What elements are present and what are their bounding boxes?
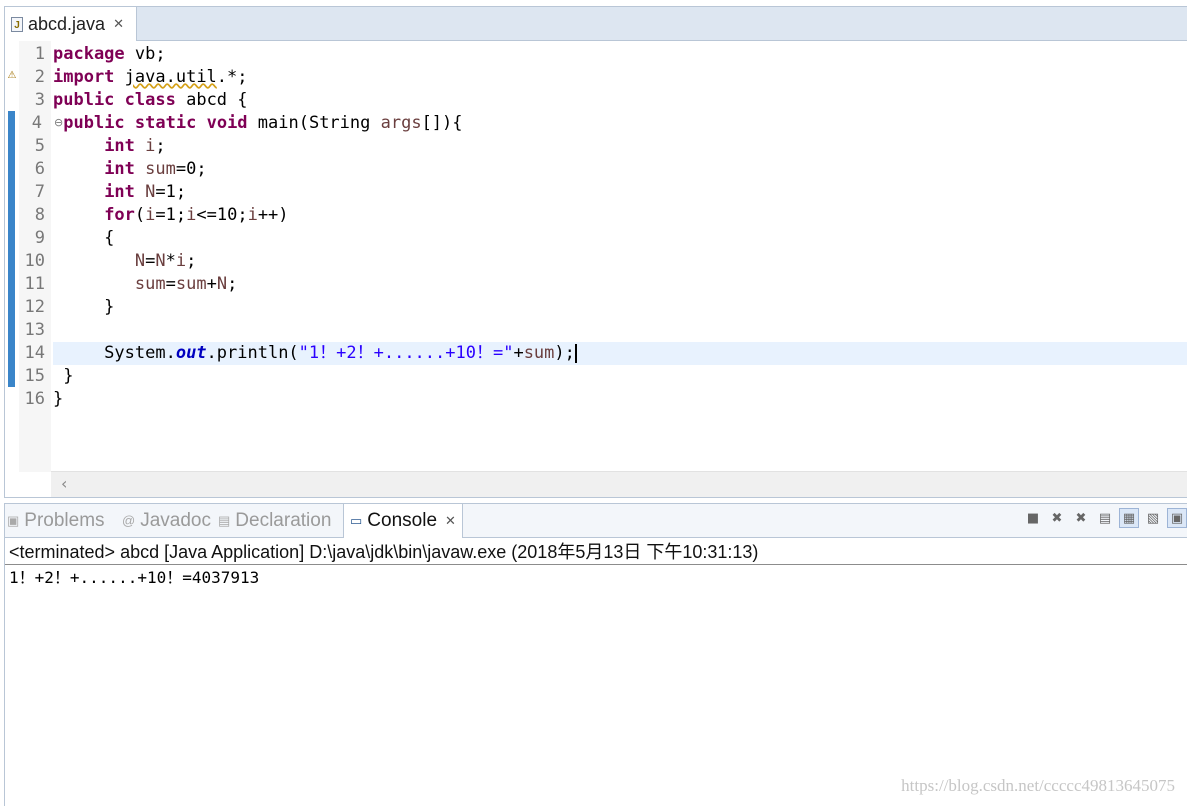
pin-console-icon[interactable]: ▣ bbox=[1167, 508, 1187, 528]
editor-pane: J abcd.java ✕ ⚠ 1 2 3 4 5 6 7 8 9 10 11 … bbox=[4, 6, 1187, 498]
line-number: 2 bbox=[34, 67, 45, 87]
code-line: int i; bbox=[104, 136, 166, 156]
terminate-icon[interactable]: ■ bbox=[1023, 508, 1043, 528]
line-number: 5 bbox=[34, 136, 45, 156]
tab-console[interactable]: ▭ Console ✕ bbox=[343, 504, 463, 538]
editor-tab-bar: J abcd.java ✕ bbox=[5, 7, 1187, 41]
line-number: 14 bbox=[24, 343, 45, 363]
close-icon[interactable]: ✕ bbox=[113, 16, 124, 32]
warning-icon[interactable]: ⚠ bbox=[6, 70, 18, 82]
line-number: 1 bbox=[34, 44, 45, 64]
panel-tab-bar: ▣ Problems @ Javadoc ▤ Declaration ▭ Con… bbox=[5, 504, 1187, 538]
bottom-panel: ▣ Problems @ Javadoc ▤ Declaration ▭ Con… bbox=[4, 503, 1187, 806]
line-number: 12 bbox=[24, 297, 45, 317]
scroll-left-icon[interactable]: ‹ bbox=[61, 474, 67, 493]
code-line: N=N*i; bbox=[134, 251, 197, 271]
java-file-icon: J bbox=[11, 16, 23, 32]
close-icon[interactable]: ✕ bbox=[445, 513, 456, 529]
line-number: 10 bbox=[24, 251, 45, 271]
editor-tab-abcd-java[interactable]: J abcd.java ✕ bbox=[5, 7, 137, 41]
overview-ruler: ⚠ bbox=[5, 41, 19, 472]
code-line: } bbox=[53, 366, 74, 386]
code-line: { bbox=[53, 228, 115, 248]
horizontal-scrollbar[interactable]: ‹ bbox=[51, 471, 1187, 497]
tab-label: Javadoc bbox=[140, 509, 211, 531]
line-number: 9 bbox=[34, 228, 45, 248]
console-toolbar: ■ ✖ ✖ ▤ ▦ ▧ ▣ bbox=[1023, 508, 1187, 532]
line-number: 4 bbox=[31, 113, 42, 133]
code-line: } bbox=[53, 297, 115, 317]
line-number-gutter: 1 2 3 4 5 6 7 8 9 10 11 12 13 14 15 16 ⊖ bbox=[19, 41, 63, 472]
watermark: https://blog.csdn.net/ccccc49813645075 bbox=[901, 776, 1175, 795]
divider bbox=[5, 564, 1187, 565]
tab-declaration[interactable]: ▤ Declaration bbox=[218, 504, 331, 537]
code-lines[interactable]: package vb; import java.util.*; public c… bbox=[53, 41, 1187, 472]
word-wrap-icon[interactable]: ▧ bbox=[1143, 508, 1163, 528]
declaration-icon: ▤ bbox=[218, 512, 231, 528]
code-line: public static void main(String args[]){ bbox=[63, 113, 463, 133]
code-line: public class abcd { bbox=[53, 90, 248, 110]
remove-launch-icon[interactable]: ✖ bbox=[1047, 508, 1067, 528]
line-number: 16 bbox=[24, 389, 45, 409]
tab-javadoc[interactable]: @ Javadoc bbox=[122, 504, 211, 537]
code-line: } bbox=[53, 389, 64, 409]
tab-problems[interactable]: ▣ Problems bbox=[7, 504, 105, 537]
range-indicator bbox=[8, 111, 15, 387]
code-line: for(i=1;i<=10;i++) bbox=[104, 205, 289, 225]
scroll-lock-icon[interactable]: ▦ bbox=[1119, 508, 1139, 528]
tab-label: Declaration bbox=[235, 509, 332, 531]
code-line: package vb; bbox=[53, 44, 166, 64]
line-number: 7 bbox=[34, 182, 45, 202]
line-number: 8 bbox=[34, 205, 45, 225]
editor-tab-label: abcd.java bbox=[28, 13, 106, 34]
line-number: 6 bbox=[34, 159, 45, 179]
code-line: int N=1; bbox=[104, 182, 187, 202]
line-number: 3 bbox=[34, 90, 45, 110]
console-output[interactable]: 1！+2！+......+10！=4037913 bbox=[9, 567, 259, 589]
code-line: import java.util.*; bbox=[53, 67, 248, 87]
console-icon: ▭ bbox=[350, 513, 363, 528]
text-caret bbox=[574, 343, 577, 363]
remove-all-terminated-icon[interactable]: ✖ bbox=[1071, 508, 1091, 528]
problems-icon: ▣ bbox=[7, 512, 20, 528]
line-number: 11 bbox=[24, 274, 45, 294]
line-number: 13 bbox=[24, 320, 45, 340]
tab-label: Console bbox=[367, 510, 438, 531]
console-process-label: <terminated> abcd [Java Application] D:\… bbox=[9, 542, 759, 562]
current-code-line: System.out.println("1！+2！+......+10！="+s… bbox=[53, 342, 1187, 365]
code-area[interactable]: ⚠ 1 2 3 4 5 6 7 8 9 10 11 12 13 14 15 16… bbox=[5, 41, 1187, 472]
code-line: int sum=0; bbox=[104, 159, 207, 179]
tab-label: Problems bbox=[24, 509, 105, 531]
javadoc-icon: @ bbox=[122, 513, 136, 528]
line-number: 15 bbox=[24, 366, 45, 386]
clear-console-icon[interactable]: ▤ bbox=[1095, 508, 1115, 528]
code-line: sum=sum+N; bbox=[134, 274, 238, 294]
